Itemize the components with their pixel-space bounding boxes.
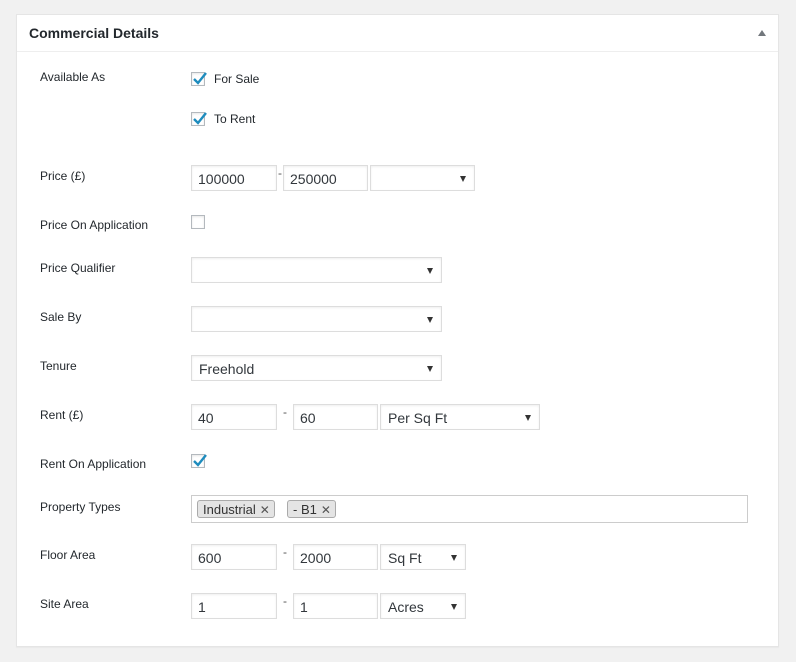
chevron-down-icon [427, 366, 433, 372]
available-as-label: Available As [40, 70, 106, 84]
floor-area-from-input[interactable]: 600 [191, 544, 277, 570]
floor-area-separator: - [283, 545, 287, 559]
price-qualifier-select[interactable] [191, 257, 442, 283]
panel-title: Commercial Details [29, 25, 159, 41]
floor-area-label: Floor Area [40, 548, 96, 562]
site-area-unit-value: Acres [388, 599, 424, 615]
chevron-down-icon [427, 268, 433, 274]
price-qualifier-label: Price Qualifier [40, 261, 116, 275]
rent-to-input[interactable]: 60 [293, 404, 378, 430]
to-rent-checkbox[interactable] [191, 112, 207, 126]
chevron-down-icon [460, 176, 466, 182]
remove-tag-icon[interactable]: ✕ [260, 503, 270, 517]
site-area-unit-select[interactable]: Acres [380, 593, 466, 619]
for-sale-checkbox[interactable] [191, 72, 207, 86]
chevron-down-icon [427, 317, 433, 323]
rent-on-application-label: Rent On Application [40, 457, 147, 471]
rent-on-application-checkbox[interactable] [191, 454, 207, 468]
for-sale-label[interactable]: For Sale [214, 72, 259, 86]
price-on-application-label: Price On Application [40, 218, 149, 232]
floor-area-unit-select[interactable]: Sq Ft [380, 544, 466, 570]
property-type-tag: Industrial ✕ [197, 500, 275, 518]
checkmark-icon [193, 454, 207, 467]
rent-separator: - [283, 405, 287, 419]
sale-by-label: Sale By [40, 310, 82, 324]
tenure-select[interactable]: Freehold [191, 355, 442, 381]
price-unit-select[interactable] [370, 165, 475, 191]
checkmark-icon [193, 112, 207, 125]
rent-label: Rent (£) [40, 408, 84, 422]
property-types-label: Property Types [40, 500, 121, 514]
chevron-down-icon [525, 415, 531, 421]
property-type-tag: - B1 ✕ [287, 500, 336, 518]
site-area-from-input[interactable]: 1 [191, 593, 277, 619]
price-label: Price (£) [40, 169, 86, 183]
chevron-down-icon [451, 604, 457, 610]
remove-tag-icon[interactable]: ✕ [321, 503, 331, 517]
price-to-input[interactable]: 250000 [283, 165, 368, 191]
property-types-multiselect[interactable]: Industrial ✕ - B1 ✕ [191, 495, 748, 523]
chevron-down-icon [451, 555, 457, 561]
panel-header[interactable]: Commercial Details [17, 15, 778, 52]
checkmark-icon [193, 72, 207, 85]
site-area-label: Site Area [40, 597, 89, 611]
floor-area-to-input[interactable]: 2000 [293, 544, 378, 570]
rent-from-input[interactable]: 40 [191, 404, 277, 430]
tenure-label: Tenure [40, 359, 77, 373]
price-separator: - [278, 166, 282, 180]
price-on-application-checkbox[interactable] [191, 215, 205, 229]
site-area-separator: - [283, 594, 287, 608]
site-area-to-input[interactable]: 1 [293, 593, 378, 619]
collapse-toggle-icon[interactable] [758, 30, 766, 36]
tag-label: - B1 [293, 502, 317, 517]
rent-unit-select[interactable]: Per Sq Ft [380, 404, 540, 430]
tag-label: Industrial [203, 502, 256, 517]
tenure-value: Freehold [199, 361, 255, 377]
price-from-input[interactable]: 100000 [191, 165, 277, 191]
rent-unit-value: Per Sq Ft [388, 410, 448, 426]
to-rent-label[interactable]: To Rent [214, 112, 255, 126]
floor-area-unit-value: Sq Ft [388, 550, 422, 566]
sale-by-select[interactable] [191, 306, 442, 332]
